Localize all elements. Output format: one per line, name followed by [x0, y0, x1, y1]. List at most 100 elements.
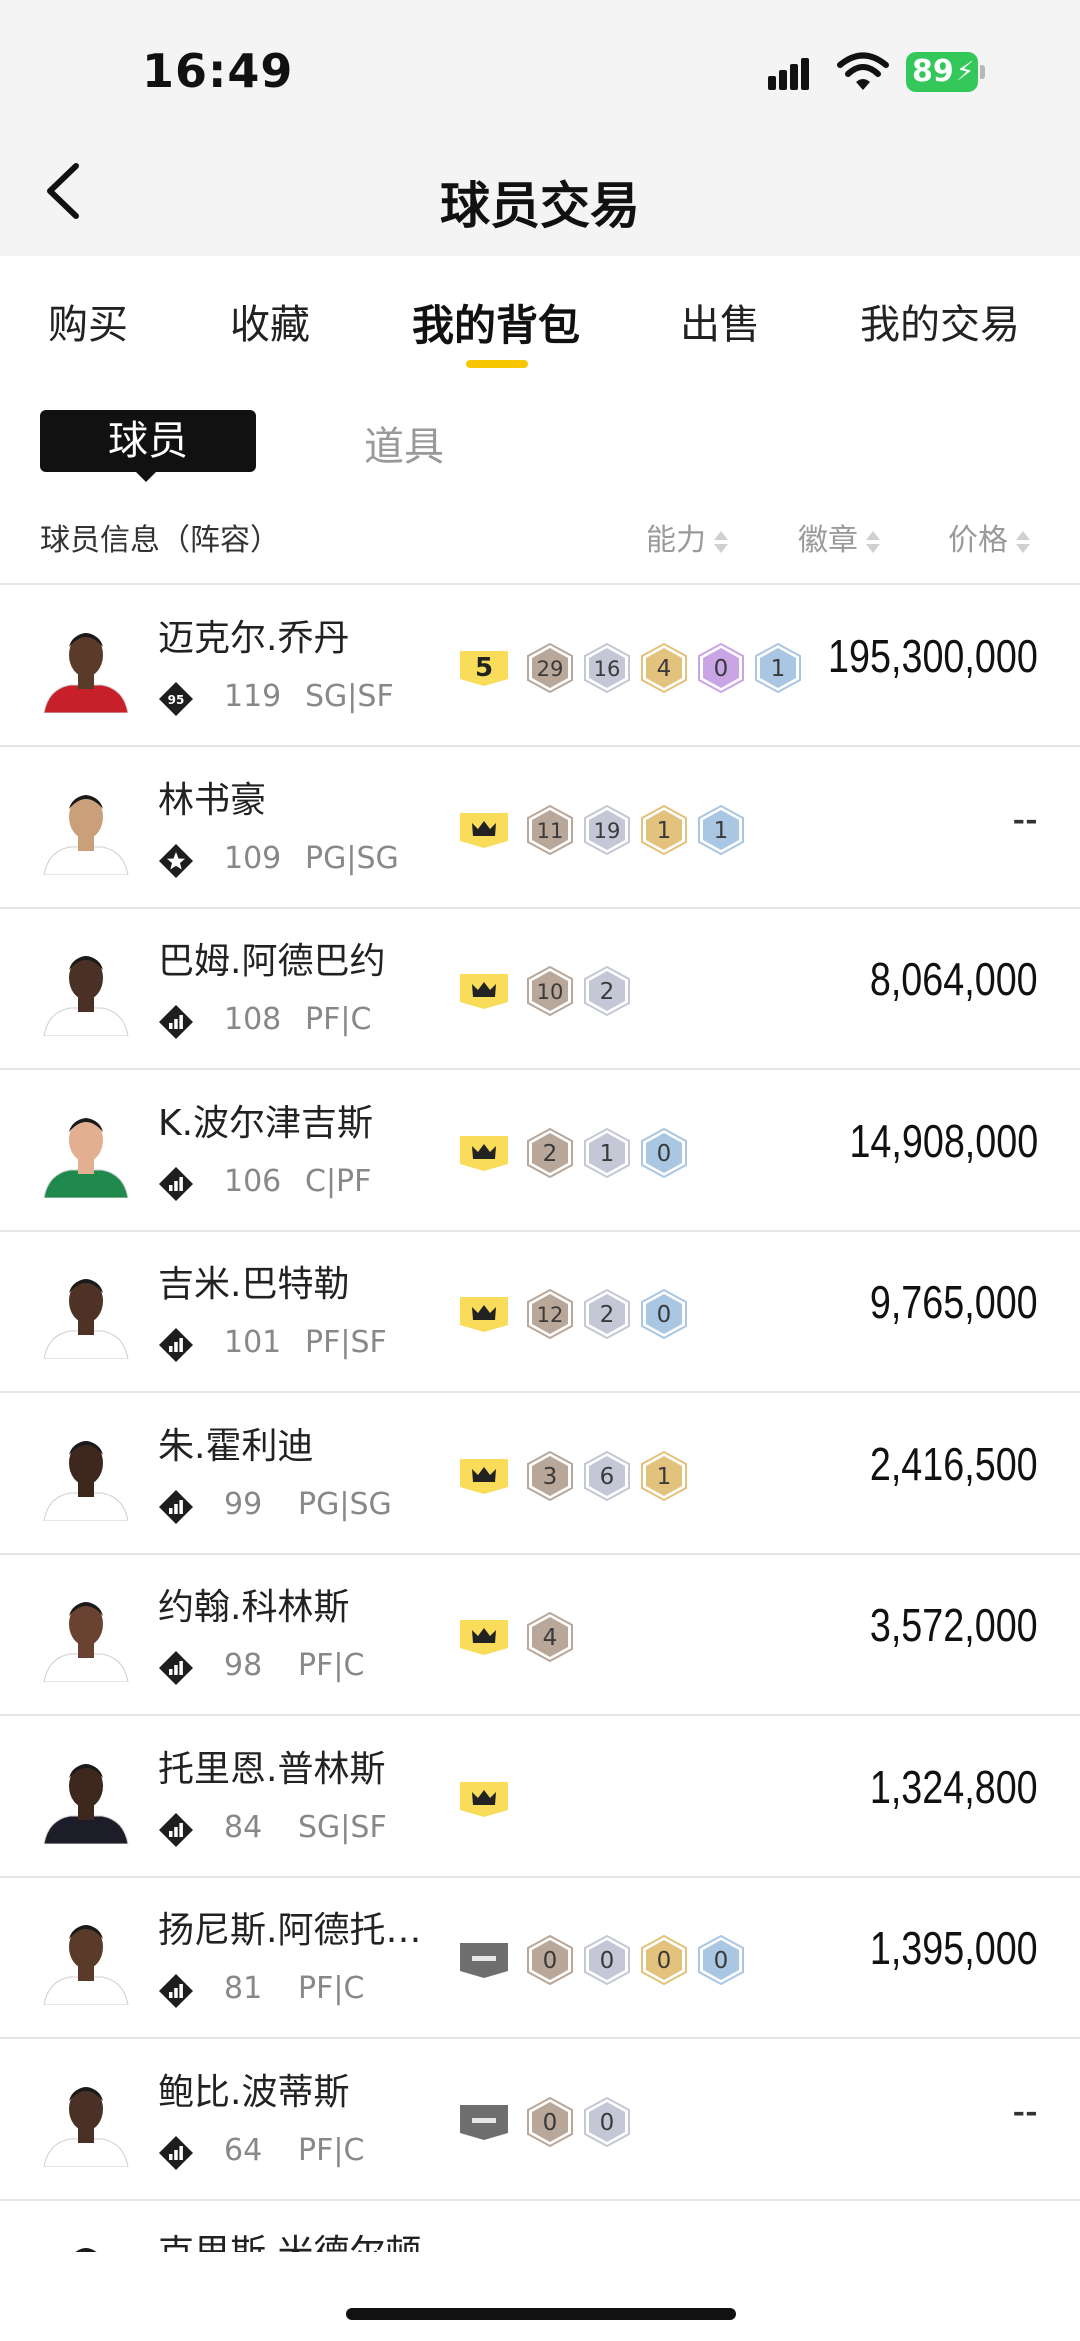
gold-badge-icon: 0	[641, 1935, 687, 1985]
segment-players[interactable]: 球员	[40, 410, 256, 472]
sort-ability-label: 能力	[646, 523, 706, 558]
silver-badge-icon: 19	[584, 805, 630, 855]
badge-count: 2	[600, 1302, 615, 1328]
player-row[interactable]: 林书豪 109 PG|SG 11 19 1 1 --	[0, 749, 1080, 909]
badge-count: 3	[543, 1464, 558, 1490]
player-price: 14,908,000	[849, 1115, 1038, 1167]
player-position: PF|C	[305, 1002, 372, 1037]
player-row[interactable]: 托里恩.普林斯 84 SG|SF 1,324,800	[0, 1718, 1080, 1878]
player-avatar	[43, 1925, 129, 2005]
bronze-badge-icon: 0	[527, 2097, 573, 2147]
player-avatar	[43, 1602, 129, 1682]
blue-badge-icon: 0	[641, 1289, 687, 1339]
player-avatar	[43, 1279, 129, 1359]
silver-badge-icon: 0	[584, 2097, 630, 2147]
bronze-badge-icon: 3	[527, 1451, 573, 1501]
silver-badge-icon: 2	[584, 966, 630, 1016]
badge-count: 0	[714, 1948, 729, 1974]
segment-pointer	[134, 470, 158, 482]
player-avatar	[43, 795, 129, 875]
tab-favorites[interactable]: 收藏	[230, 292, 310, 350]
crown-icon	[460, 813, 508, 848]
player-price: 8,064,000	[870, 953, 1038, 1005]
player-name: K.波尔津吉斯	[158, 1103, 374, 1144]
player-row[interactable]: 迈克尔.乔丹 95 119 SG|SF 5 29 16 4 0 1 195,300,000	[0, 587, 1080, 747]
blue-badge-icon: 0	[641, 1128, 687, 1178]
sort-arrows-icon	[714, 529, 728, 555]
badge-count: 0	[714, 656, 729, 682]
sort-badges[interactable]: 徽章	[798, 515, 880, 559]
tier-95-icon: 95	[159, 682, 193, 716]
badge-count: 2	[543, 1141, 558, 1167]
player-row[interactable]: 扬尼斯.阿德托… 81 PF|C 0 0 0 0 1,395,000	[0, 1879, 1080, 2039]
bronze-badge-icon: 29	[527, 643, 573, 693]
player-rating: 99	[224, 1487, 263, 1522]
gold-badge-icon: 1	[641, 805, 687, 855]
bars-tier-icon	[159, 1005, 193, 1039]
player-row[interactable]: 巴姆.阿德巴约 108 PF|C 10 2 8,064,000	[0, 910, 1080, 1070]
main-tabs: 购买 收藏 我的背包 出售 我的交易	[0, 256, 1080, 376]
player-rating: 81	[224, 1971, 263, 2006]
player-price: 9,765,000	[870, 1276, 1038, 1328]
player-rating: 101	[224, 1325, 282, 1360]
gold-badge-icon: 1	[641, 1451, 687, 1501]
wifi-icon	[837, 52, 889, 90]
bronze-badge-icon: 10	[527, 966, 573, 1016]
badge-count: 0	[657, 1302, 672, 1328]
segment-items[interactable]: 道具	[364, 414, 444, 472]
sort-arrows-icon	[1016, 529, 1030, 555]
bars-tier-icon	[159, 2136, 193, 2170]
player-name: 鲍比.波蒂斯	[158, 2072, 350, 2113]
player-position: PF|C	[298, 2133, 365, 2168]
player-name: 约翰.科林斯	[158, 1587, 350, 1628]
player-row[interactable]: 吉米.巴特勒 101 PF|SF 12 2 0 9,765,000	[0, 1233, 1080, 1393]
player-position: PF|C	[298, 1971, 365, 2006]
player-price: --	[1012, 792, 1038, 844]
player-row[interactable]: K.波尔津吉斯 106 C|PF 2 1 0 14,908,000	[0, 1072, 1080, 1232]
gold-badge-icon: 4	[641, 643, 687, 693]
bronze-badge-icon: 2	[527, 1128, 573, 1178]
sort-price[interactable]: 价格	[948, 515, 1030, 559]
player-name: 克里斯.米德尔顿	[158, 2224, 421, 2252]
tab-my-trades[interactable]: 我的交易	[860, 292, 1020, 350]
player-row[interactable]: 鲍比.波蒂斯 64 PF|C 0 0 --	[0, 2041, 1080, 2201]
badge-count: 1	[714, 818, 729, 844]
badge-count: 12	[537, 1303, 564, 1327]
bars-tier-icon	[159, 1813, 193, 1847]
header-area: 16:49 89 ⚡ 球员交易	[0, 0, 1080, 256]
column-header: 球员信息（阵容） 能力 徽章 价格	[0, 505, 1080, 585]
sort-price-label: 价格	[948, 523, 1008, 558]
silver-badge-icon: 2	[584, 1289, 630, 1339]
badge-count: 1	[600, 1141, 615, 1167]
crown-icon	[460, 974, 508, 1009]
player-row[interactable]: 克里斯.米德尔顿	[0, 2202, 1080, 2252]
level-badge-text: 5	[475, 653, 493, 683]
player-rating: 109	[224, 841, 282, 876]
player-avatar	[43, 956, 129, 1036]
tab-sell[interactable]: 出售	[680, 292, 760, 350]
player-price: 195,300,000	[828, 630, 1038, 682]
player-list: 迈克尔.乔丹 95 119 SG|SF 5 29 16 4 0 1 195,300,000 林书豪 10…	[0, 587, 1080, 2252]
player-name: 林书豪	[158, 780, 267, 821]
player-price: --	[1012, 2084, 1038, 2136]
silver-badge-icon: 1	[584, 1128, 630, 1178]
badge-count: 0	[657, 1141, 672, 1167]
bars-tier-icon	[159, 1328, 193, 1362]
crown-icon	[460, 1620, 508, 1655]
tab-buy[interactable]: 购买	[48, 292, 128, 350]
player-position: PF|C	[298, 1648, 365, 1683]
tab-my-backpack[interactable]: 我的背包	[412, 292, 580, 353]
crown-icon	[460, 1782, 508, 1817]
player-position: SG|SF	[305, 679, 394, 714]
player-name: 巴姆.阿德巴约	[158, 941, 386, 982]
player-position: PG|SG	[298, 1487, 392, 1522]
bars-tier-icon	[159, 1651, 193, 1685]
blue-badge-icon: 1	[698, 805, 744, 855]
player-row[interactable]: 朱.霍利迪 99 PG|SG 3 6 1 2,416,500	[0, 1395, 1080, 1555]
sort-ability[interactable]: 能力	[646, 515, 728, 559]
badge-count: 1	[657, 1464, 672, 1490]
badge-count: 0	[600, 2110, 615, 2136]
player-row[interactable]: 约翰.科林斯 98 PF|C 4 3,572,000	[0, 1556, 1080, 1716]
active-tab-indicator	[466, 360, 528, 368]
badge-count: 0	[657, 1948, 672, 1974]
